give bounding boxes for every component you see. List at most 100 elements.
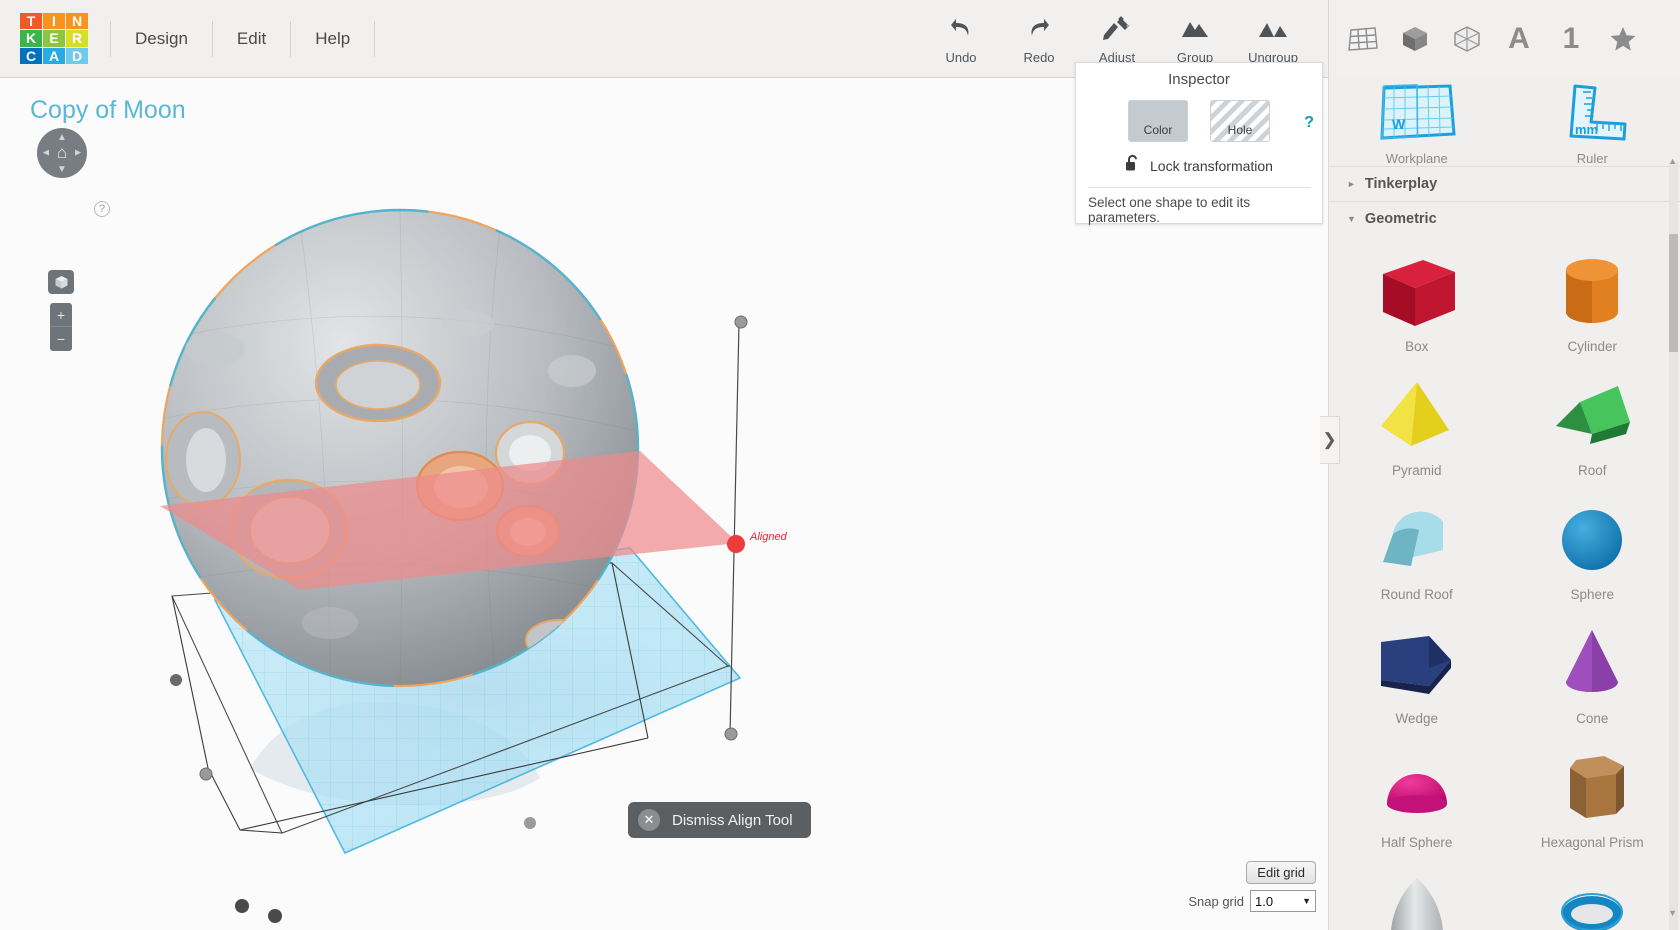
shape-hexagonal-prism-label: Hexagonal Prism (1540, 835, 1644, 850)
color-swatch-label: Color (1143, 123, 1173, 137)
hole-swatch-button[interactable]: Hole (1210, 100, 1270, 142)
menu-item-help[interactable]: Help (291, 20, 376, 57)
shape-panel-scrollbar[interactable] (1669, 162, 1678, 930)
wireframe-cube-icon[interactable] (1445, 17, 1489, 61)
workplane-grid-icon[interactable] (1341, 17, 1385, 61)
favorites-star-icon[interactable] (1601, 17, 1645, 61)
torus-thin-shape-icon (1546, 871, 1638, 930)
menu-item-edit[interactable]: Edit (213, 20, 292, 57)
hexagonal-prism-shape-icon (1546, 747, 1638, 831)
lock-transformation-row[interactable]: Lock transformation (1076, 154, 1322, 177)
scroll-up-caret-icon[interactable]: ▲ (1668, 156, 1677, 166)
shape-half-sphere-label: Half Sphere (1381, 835, 1453, 850)
hole-swatch-label: Hole (1227, 123, 1253, 137)
chevron-right-icon: ► (1347, 179, 1356, 189)
round-roof-shape-icon (1371, 499, 1463, 583)
shape-hexagonal-prism[interactable]: Hexagonal Prism (1505, 732, 1680, 856)
nav-down-arrow-icon[interactable]: ▼ (57, 164, 67, 175)
nav-up-arrow-icon[interactable]: ▲ (57, 132, 67, 143)
scroll-down-caret-icon[interactable]: ▼ (1668, 908, 1677, 918)
zoom-out-button[interactable]: − (50, 327, 72, 351)
shape-pyramid[interactable]: Pyramid (1329, 360, 1505, 484)
inspector-help-icon[interactable]: ? (1304, 114, 1314, 132)
home-view-icon[interactable]: ⌂ (57, 143, 67, 163)
snap-grid-value: 1.0 (1255, 893, 1274, 909)
view-navigation-pad[interactable]: ⌂ ▲ ▼ ◄ ► (37, 128, 87, 178)
logo-tile-t: T (20, 12, 42, 30)
section-tinkerplay-label: Tinkerplay (1364, 176, 1438, 192)
snap-grid-select[interactable]: 1.0 ▼ (1250, 890, 1316, 912)
menu-item-design[interactable]: Design (110, 20, 213, 57)
logo-tile-e: E (43, 30, 65, 47)
shape-cylinder[interactable]: Cylinder (1505, 236, 1680, 360)
panel-collapse-toggle[interactable]: ❯ (1320, 416, 1340, 464)
edit-grid-button[interactable]: Edit grid (1246, 861, 1316, 884)
snap-grid-row: Snap grid 1.0 ▼ (1188, 890, 1316, 912)
text-letter-icon[interactable]: A (1497, 17, 1541, 61)
dismiss-align-tool-button[interactable]: ✕ Dismiss Align Tool (628, 802, 811, 838)
roof-shape-icon (1546, 375, 1638, 459)
redo-label: Redo (1023, 50, 1055, 65)
wedge-shape-icon (1371, 623, 1463, 707)
logo-tile-k: K (20, 30, 42, 47)
shape-roof[interactable]: Roof (1505, 360, 1680, 484)
panel-tool-row: W Workplane mm Ruler (1329, 78, 1680, 166)
box-shape-icon (1371, 251, 1463, 335)
logo-tile-i: I (43, 12, 65, 30)
shape-round-roof[interactable]: Round Roof (1329, 484, 1505, 608)
zoom-in-button[interactable]: + (50, 303, 72, 327)
shape-cylinder-label: Cylinder (1567, 339, 1618, 354)
nav-right-arrow-icon[interactable]: ► (73, 148, 83, 159)
shape-cone[interactable]: Cone (1505, 608, 1680, 732)
shape-sphere[interactable]: Sphere (1505, 484, 1680, 608)
pyramid-shape-icon (1371, 375, 1463, 459)
chevron-down-icon: ▼ (1347, 214, 1356, 224)
inspector-panel: Inspector Color Hole ? Lock transformati… (1075, 62, 1323, 225)
unlock-icon (1125, 154, 1141, 177)
shape-roof-label: Roof (1577, 463, 1607, 478)
top-bar: T I N K E R C A D Design Edit Help Undo (0, 0, 1680, 78)
close-circle-icon: ✕ (638, 809, 660, 831)
solid-cube-icon[interactable] (1393, 17, 1437, 61)
ruler-tool[interactable]: mm Ruler (1505, 82, 1680, 166)
view-cube-button[interactable] (48, 270, 74, 294)
scrollbar-thumb[interactable] (1669, 234, 1678, 352)
number-icon[interactable]: 1 (1549, 17, 1593, 61)
redo-button[interactable]: Redo (1000, 4, 1078, 74)
inspector-note: Select one shape to edit its parameters. (1088, 195, 1251, 225)
shape-wedge-label: Wedge (1395, 711, 1439, 726)
tinkercad-logo[interactable]: T I N K E R C A D (20, 12, 88, 65)
section-geometric[interactable]: ▼ Geometric (1329, 201, 1680, 236)
snap-grid-label: Snap grid (1188, 893, 1244, 909)
shape-category-icons: A 1 (1328, 0, 1680, 78)
adjust-icon (1101, 13, 1133, 43)
shape-round-roof-label: Round Roof (1380, 587, 1453, 602)
section-tinkerplay[interactable]: ► Tinkerplay (1329, 166, 1680, 201)
shape-wedge[interactable]: Wedge (1329, 608, 1505, 732)
shape-paraboloid[interactable]: Paraboloid (1329, 856, 1505, 930)
canvas-help-icon[interactable]: ? (94, 201, 110, 217)
main-menu: Design Edit Help (110, 0, 376, 78)
undo-button[interactable]: Undo (922, 4, 1000, 74)
tinkercad-app: T I N K E R C A D Design Edit Help Undo (0, 0, 1680, 930)
shape-grid: Box Cylinder Pyramid Roof Round Roof Sph… (1329, 236, 1680, 930)
shape-box[interactable]: Box (1329, 236, 1505, 360)
shape-half-sphere[interactable]: Half Sphere (1329, 732, 1505, 856)
shape-pyramid-label: Pyramid (1391, 463, 1442, 478)
workplane-tool[interactable]: W Workplane (1329, 82, 1505, 166)
sphere-shape-icon (1546, 499, 1638, 583)
logo-tile-n: N (66, 12, 88, 30)
color-swatch-button[interactable]: Color (1128, 100, 1188, 142)
workplane-icon: W (1376, 82, 1458, 149)
shape-torus-thin[interactable]: Torus thin (1505, 856, 1680, 930)
zoom-controls: + − (50, 303, 72, 351)
svg-text:W: W (1392, 116, 1406, 132)
align-label: Aligned (749, 531, 788, 543)
shape-sphere-label: Sphere (1570, 587, 1615, 602)
logo-tile-a: A (43, 47, 65, 65)
inspector-swatches: Color Hole ? (1076, 100, 1322, 142)
logo-tile-r: R (66, 30, 88, 47)
undo-icon (949, 13, 973, 43)
cone-shape-icon (1546, 623, 1638, 707)
nav-left-arrow-icon[interactable]: ◄ (41, 148, 51, 159)
